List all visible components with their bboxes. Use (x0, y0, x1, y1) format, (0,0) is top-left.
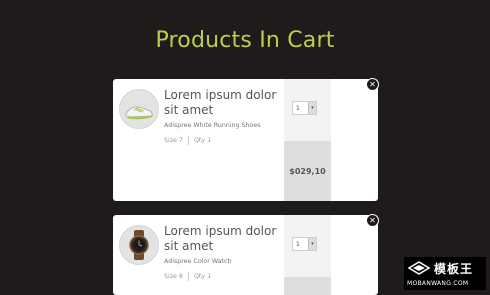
product-meta: Size 8 Qty 1 (164, 272, 211, 281)
product-qty: Qty 1 (193, 273, 212, 280)
divider (187, 272, 189, 281)
chevron-down-icon[interactable]: ▾ (308, 102, 316, 114)
close-icon[interactable]: ✕ (366, 214, 379, 227)
watermark-url: MOBANWANG.COM (407, 280, 469, 287)
close-icon[interactable]: ✕ (366, 78, 379, 91)
price-box (284, 277, 331, 295)
price-box: $029,10 (284, 141, 331, 201)
product-meta: Size 7 Qty 1 (164, 136, 211, 145)
divider (187, 136, 189, 145)
quantity-select[interactable]: 1 ▾ (292, 101, 317, 115)
product-size: Size 8 (164, 273, 183, 280)
product-image[interactable] (119, 89, 159, 129)
watch-icon (129, 230, 149, 260)
product-image[interactable] (119, 225, 159, 265)
product-name[interactable]: Lorem ipsum dolor sit amet (164, 224, 284, 254)
logo-icon (407, 261, 431, 275)
product-name[interactable]: Lorem ipsum dolor sit amet (164, 88, 284, 118)
running-shoe-icon (125, 106, 153, 120)
product-size: Size 7 (164, 137, 183, 144)
price-value: $029,10 (289, 166, 326, 176)
product-qty: Qty 1 (193, 137, 212, 144)
cart-item: Lorem ipsum dolor sit amet Adispree Whit… (113, 79, 378, 201)
quantity-value: 1 (296, 105, 300, 112)
quantity-select[interactable]: 1 ▾ (292, 237, 317, 251)
watermark-text: 模板王 (434, 262, 474, 276)
watermark-logo: 模板王 MOBANWANG.COM (404, 257, 486, 290)
page-title: Products In Cart (155, 28, 335, 53)
chevron-down-icon[interactable]: ▾ (308, 238, 316, 250)
cart-item: Lorem ipsum dolor sit amet Adispree Colo… (113, 215, 378, 295)
product-description: Adispree White Running Shoes (164, 122, 261, 129)
quantity-value: 1 (296, 241, 300, 248)
product-description: Adispree Color Watch (164, 258, 232, 265)
